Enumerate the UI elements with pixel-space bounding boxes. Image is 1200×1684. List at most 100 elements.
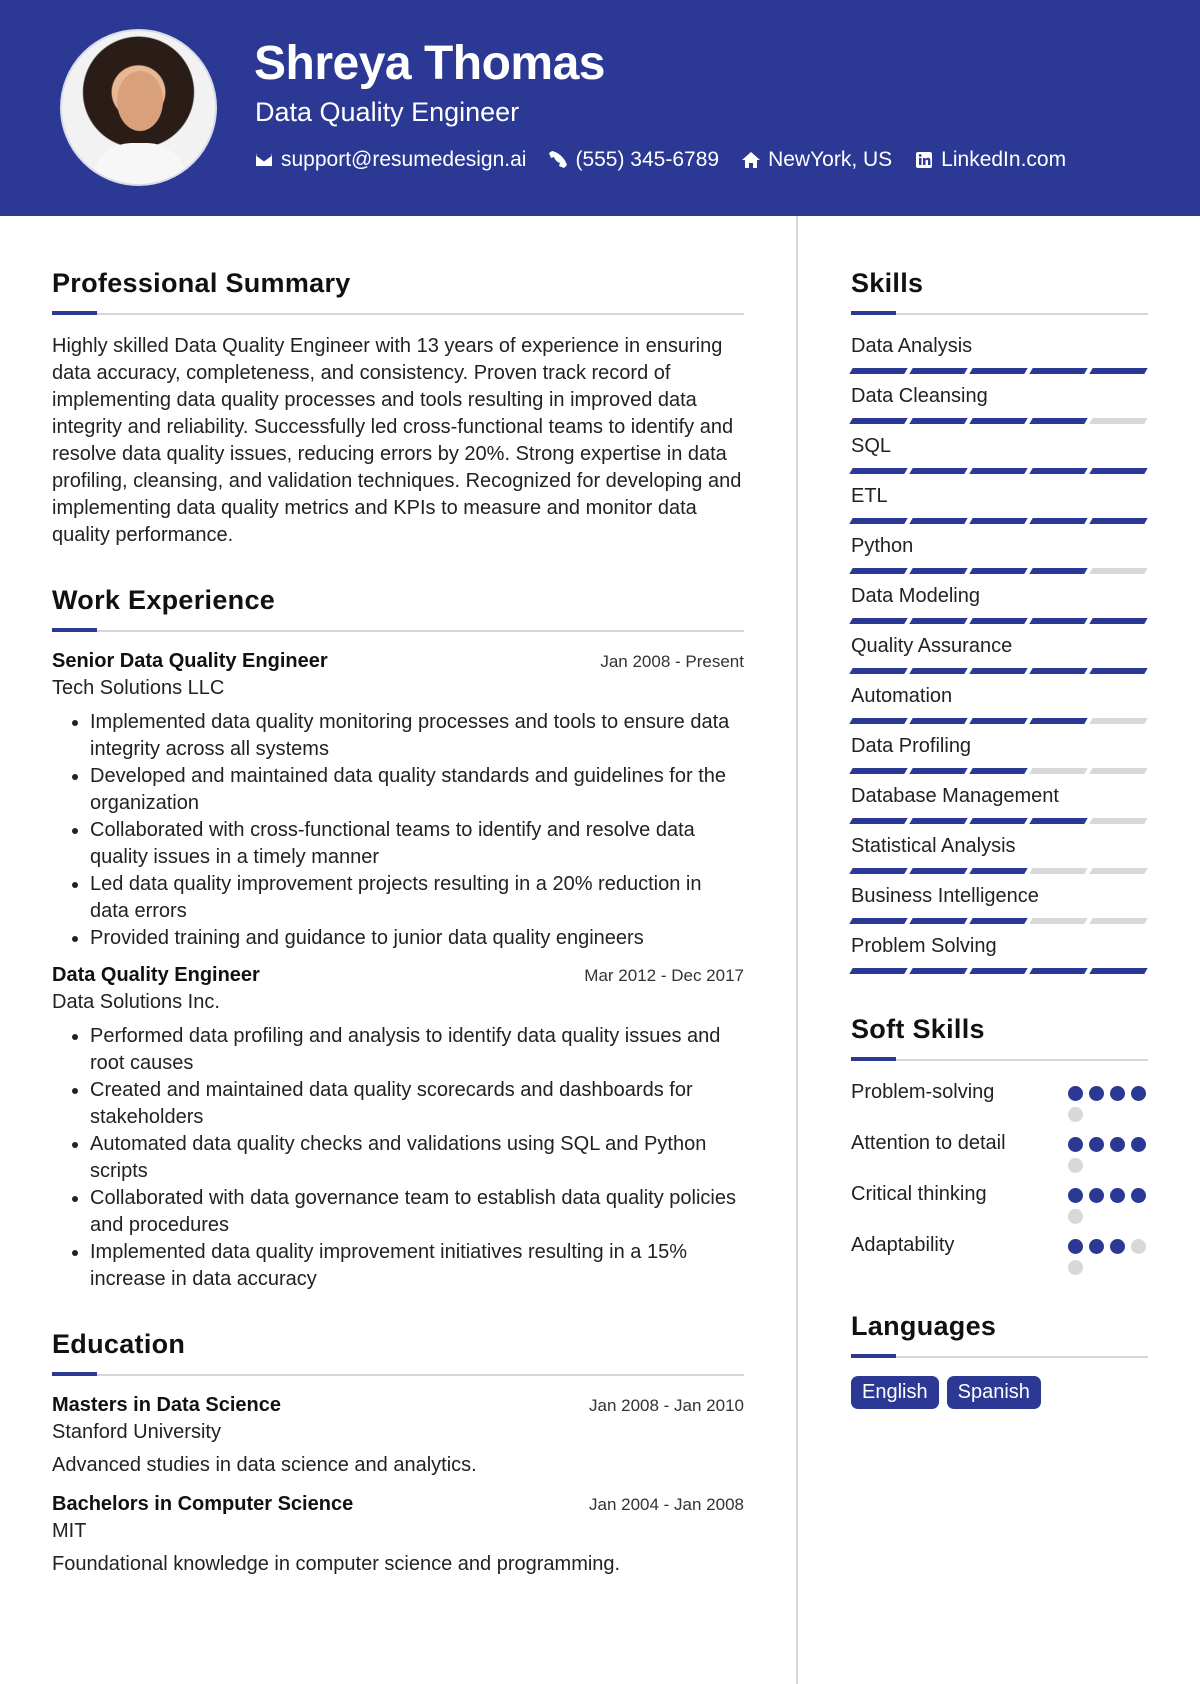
school: MIT (52, 1520, 87, 1542)
section-rule (52, 311, 744, 315)
skill-level-segment (1089, 918, 1148, 924)
education-heading: Education (52, 1329, 186, 1359)
job-list: Senior Data Quality Engineer Jan 2008 - P… (52, 650, 744, 1293)
skill-level-segment (909, 818, 968, 824)
skills-section: Skills Data Analysis Data Cleansing SQL ETL… (849, 268, 1148, 974)
soft-skill-name: Problem-solving (851, 1081, 995, 1103)
language-badges: English Spanish (851, 1376, 1148, 1409)
phone-icon (549, 151, 568, 168)
languages-section: Languages English Spanish (851, 1311, 1148, 1409)
rating-dot (1068, 1107, 1083, 1122)
job-header: Senior Data Quality Engineer Jan 2008 - P… (52, 650, 744, 673)
skill-level-segment (909, 518, 968, 524)
skill-level-segment (1029, 768, 1088, 774)
rating-dot (1131, 1086, 1146, 1101)
job-bullet: Collaborated with cross-functional teams… (90, 817, 744, 871)
contact-phone[interactable]: (555) 345-6789 (548, 148, 719, 172)
contact-phone-text: (555) 345-6789 (575, 148, 720, 171)
skill-level-segment (1029, 418, 1088, 424)
rating-dot (1068, 1188, 1083, 1203)
skill-level-segment (849, 968, 908, 974)
language-badge: Spanish (946, 1376, 1041, 1409)
contact-linkedin[interactable]: LinkedIn.com (914, 148, 1066, 172)
skill-level-segment (969, 768, 1028, 774)
rating-dot (1089, 1188, 1104, 1203)
skill-level-bar (849, 368, 1148, 374)
soft-skill-rating (1068, 1130, 1148, 1173)
skill-level-segment (909, 568, 968, 574)
soft-skill-item: Adaptability (851, 1232, 1148, 1275)
school: Stanford University (52, 1421, 221, 1443)
skill-level-segment (1029, 668, 1088, 674)
skill-level-segment (969, 718, 1028, 724)
soft-skill-name: Attention to detail (851, 1132, 1006, 1154)
contact-email[interactable]: support@resumedesign.ai (254, 148, 526, 172)
skill-level-segment (1089, 468, 1148, 474)
skill-level-bar (849, 618, 1148, 624)
education-description: Foundational knowledge in computer scien… (52, 1553, 621, 1575)
skill-name: Automation (851, 685, 953, 707)
resume-header: Shreya Thomas Data Quality Engineer supp… (0, 0, 1200, 216)
degree: Bachelors in Computer Science (52, 1493, 354, 1515)
skill-level-segment (969, 868, 1028, 874)
skill-name: Statistical Analysis (851, 835, 1016, 857)
skill-level-segment (969, 468, 1028, 474)
skill-level-segment (1089, 818, 1148, 824)
skill-item: Database Management (849, 783, 1148, 824)
skill-level-segment (1089, 618, 1148, 624)
skill-item: SQL (849, 433, 1148, 474)
skill-level-bar (849, 868, 1148, 874)
section-rule (851, 1057, 1148, 1061)
degree: Masters in Data Science (52, 1394, 281, 1416)
soft-skill-item: Critical thinking (851, 1181, 1148, 1224)
rating-dot (1110, 1239, 1125, 1254)
skill-level-segment (1029, 518, 1088, 524)
skill-level-bar (849, 768, 1148, 774)
skill-level-segment (849, 918, 908, 924)
skill-level-segment (969, 918, 1028, 924)
soft-skill-rating (1068, 1181, 1148, 1224)
education-date: Jan 2008 - Jan 2010 (588, 1396, 744, 1415)
contact-location-text: NewYork, US (768, 148, 893, 171)
skill-level-segment (1089, 968, 1148, 974)
skill-level-bar (849, 968, 1148, 974)
skill-level-bar (849, 718, 1148, 724)
photo-shirt (92, 143, 187, 184)
skill-level-segment (969, 818, 1028, 824)
soft-skills-list: Problem-solving Attention to detail Critic… (851, 1079, 1148, 1275)
job-company: Tech Solutions LLC (52, 677, 225, 699)
education-entry: Masters in Data Science Jan 2008 - Jan 20… (52, 1394, 744, 1479)
skill-item: Automation (849, 683, 1148, 724)
home-icon (742, 152, 761, 168)
skill-item: Data Modeling (849, 583, 1148, 624)
skill-level-segment (849, 368, 908, 374)
skill-level-segment (849, 618, 908, 624)
skill-name: Database Management (851, 785, 1059, 807)
skill-name: SQL (851, 435, 892, 457)
candidate-name: Shreya Thomas (254, 37, 605, 90)
job-bullet: Provided training and guidance to junior… (90, 925, 744, 952)
skill-level-segment (1029, 368, 1088, 374)
education-date: Jan 2004 - Jan 2008 (588, 1495, 744, 1514)
skill-item: Problem Solving (849, 933, 1148, 974)
education-header: Masters in Data Science Jan 2008 - Jan 20… (52, 1394, 744, 1417)
skill-level-bar (849, 418, 1148, 424)
rating-dot (1068, 1209, 1083, 1224)
skill-level-segment (909, 468, 968, 474)
main-column: Professional Summary Highly skilled Data… (52, 268, 744, 1578)
skill-level-segment (849, 718, 908, 724)
skill-level-segment (969, 968, 1028, 974)
skill-level-segment (1089, 768, 1148, 774)
skill-level-segment (969, 518, 1028, 524)
soft-skills-section: Soft Skills Problem-solving Attention to … (851, 1014, 1148, 1275)
skill-name: Python (851, 535, 914, 557)
education-entry: Bachelors in Computer Science Jan 2004 - … (52, 1493, 744, 1578)
contact-linkedin-text: LinkedIn.com (941, 148, 1067, 171)
soft-skill-name: Adaptability (851, 1234, 955, 1256)
job-company: Data Solutions Inc. (52, 991, 220, 1013)
rating-dot (1110, 1188, 1125, 1203)
job-bullet: Performed data profiling and analysis to… (90, 1023, 744, 1077)
skill-level-segment (1029, 818, 1088, 824)
skill-item: Statistical Analysis (849, 833, 1148, 874)
skills-list: Data Analysis Data Cleansing SQL ETL Python D… (849, 333, 1148, 974)
